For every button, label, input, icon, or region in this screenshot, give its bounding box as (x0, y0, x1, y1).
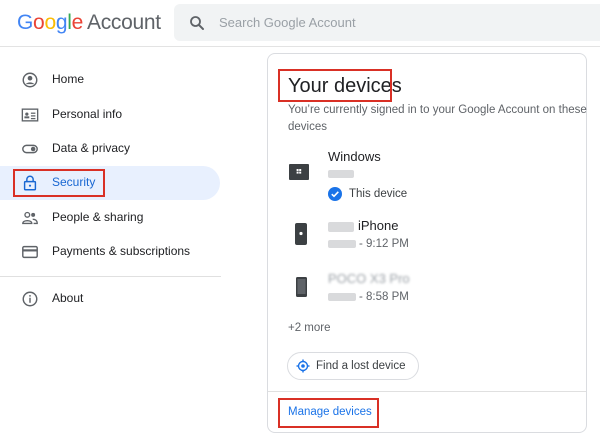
device-name: Windows (328, 149, 381, 164)
security-highlight-box (13, 169, 105, 197)
sidebar-item-label: Payments & subscriptions (52, 244, 191, 258)
more-devices-link[interactable]: +2 more (288, 322, 331, 334)
device-last-active: - 9:12 PM (328, 238, 409, 250)
card-description: You’re currently signed in to your Googl… (288, 104, 587, 133)
google-account-logo[interactable]: Google Account (17, 11, 161, 35)
sidebar-divider (0, 276, 221, 277)
device-name: iPhone (328, 218, 398, 233)
sidebar-item-people-sharing[interactable]: People & sharing (0, 201, 220, 235)
sidebar-item-label: People & sharing (52, 210, 144, 224)
sidebar-item-data-privacy[interactable]: Data & privacy (0, 132, 220, 166)
windows-desktop-icon (289, 164, 309, 180)
sidebar-item-label: Personal info (52, 107, 123, 121)
check-circle-icon (328, 187, 342, 201)
search-icon[interactable] (188, 14, 206, 32)
location-target-icon (296, 359, 310, 373)
find-lost-device-button[interactable]: Find a lost device (287, 352, 419, 380)
this-device-badge: This device (349, 188, 408, 200)
id-card-icon (21, 108, 39, 122)
sidebar-item-payments-subscriptions[interactable]: Payments & subscriptions (0, 235, 220, 269)
manage-devices-highlight-box (278, 398, 379, 428)
android-phone-icon (296, 277, 307, 297)
sidebar-item-label: Home (52, 72, 85, 86)
info-icon (22, 291, 38, 307)
device-name: POCO X3 Pro (328, 271, 410, 286)
people-icon (22, 211, 38, 225)
top-bar: Google Account Search Google Account (0, 0, 600, 47)
iphone-icon (295, 223, 307, 245)
sidebar-item-home[interactable]: Home (0, 63, 220, 97)
card-divider (268, 391, 586, 392)
toggle-icon (22, 144, 38, 154)
sidebar-item-personal-info[interactable]: Personal info (0, 98, 220, 132)
device-last-active: - 8:58 PM (328, 291, 409, 303)
search-bar[interactable]: Search Google Account (174, 4, 600, 41)
home-icon (22, 72, 38, 88)
sidebar-item-label: Data & privacy (52, 141, 131, 155)
credit-card-icon (22, 245, 38, 259)
sidebar-item-label: About (52, 291, 84, 305)
device-redacted-info (328, 168, 354, 180)
search-input[interactable]: Search Google Account (219, 15, 356, 30)
your-devices-card: Your devices You’re currently signed in … (267, 53, 587, 433)
find-lost-device-label: Find a lost device (316, 360, 406, 372)
your-devices-highlight-box (278, 69, 392, 102)
sidebar-item-about[interactable]: About (0, 282, 220, 316)
